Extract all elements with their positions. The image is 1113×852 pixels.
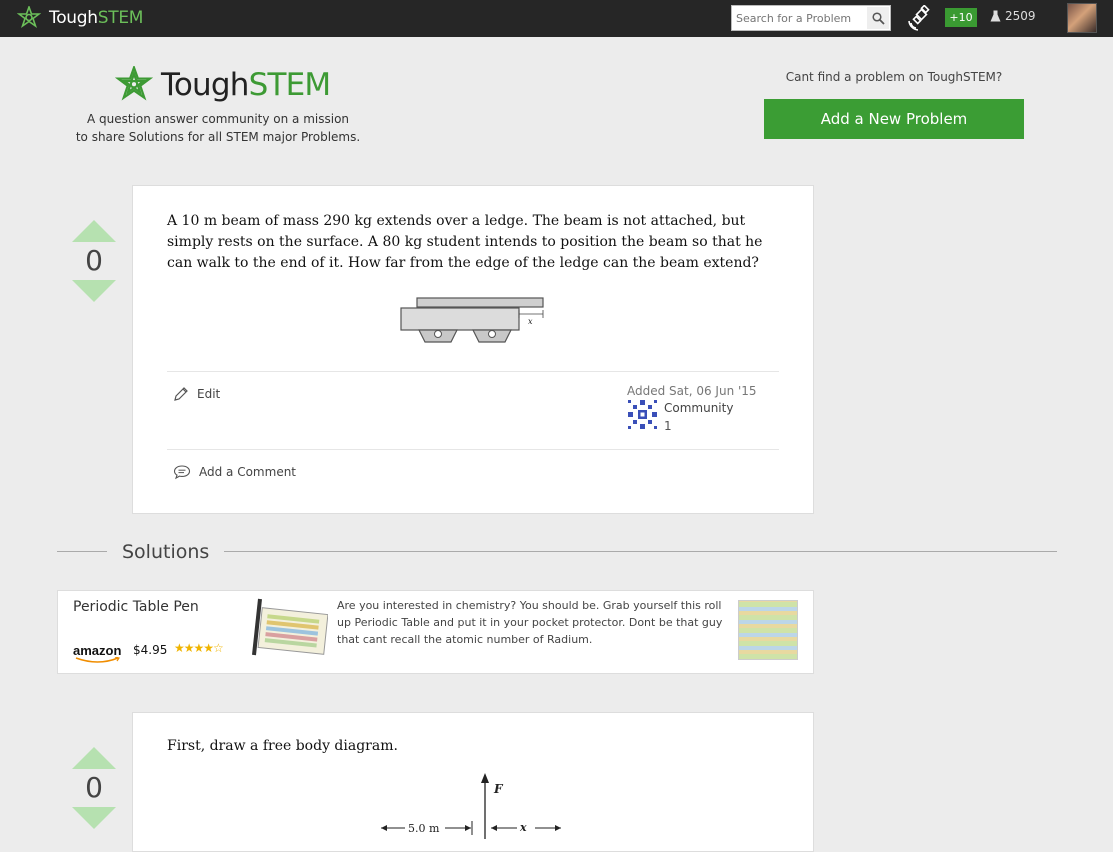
downvote-arrow-icon[interactable] xyxy=(72,807,116,829)
amazon-brand: amazon xyxy=(73,643,122,658)
brand-link[interactable]: ToughSTEM xyxy=(17,5,143,31)
amazon-smile-icon xyxy=(75,657,120,663)
question-vote: 0 xyxy=(72,220,116,302)
periodic-pen-image[interactable] xyxy=(248,597,328,657)
logo-stem: STEM xyxy=(248,67,332,103)
fbd-force-label: F xyxy=(493,782,504,796)
score-value: 2509 xyxy=(1005,9,1036,23)
brand-tough: Tough xyxy=(49,8,98,28)
author-avatar[interactable] xyxy=(627,399,658,430)
brand-name: ToughSTEM xyxy=(49,8,143,28)
edit-label: Edit xyxy=(197,387,221,401)
beam-figure: x xyxy=(400,297,544,343)
search-button[interactable] xyxy=(867,7,889,29)
divider xyxy=(167,371,779,372)
search-box xyxy=(731,5,891,31)
search-icon xyxy=(871,11,885,25)
solution-vote: 0 xyxy=(72,747,116,829)
divider xyxy=(224,551,1057,552)
product-ad[interactable]: Periodic Table Pen amazon $4.95 ★★★★☆ Ar… xyxy=(57,590,814,674)
upvote-arrow-icon[interactable] xyxy=(72,220,116,242)
edit-link[interactable]: Edit xyxy=(173,386,220,402)
product-price: $4.95 xyxy=(133,643,168,657)
divider xyxy=(167,449,779,450)
added-date: Added Sat, 06 Jun '15 xyxy=(627,384,757,398)
vote-count: 0 xyxy=(85,771,103,804)
top-navbar: ToughSTEM +10 2509 xyxy=(0,0,1113,37)
author-score: 1 xyxy=(664,419,672,433)
star-logo-icon xyxy=(17,6,41,29)
star-logo-icon xyxy=(115,66,153,101)
satellite-icon[interactable] xyxy=(907,5,933,31)
divider xyxy=(57,551,107,552)
solution-card: First, draw a free body diagram. F 5.0 m… xyxy=(132,712,814,852)
search-input[interactable] xyxy=(732,6,864,30)
tagline-line1: A question answer community on a mission xyxy=(86,112,350,126)
product-description: Are you interested in chemistry? You sho… xyxy=(337,599,723,646)
downvote-arrow-icon[interactable] xyxy=(72,280,116,302)
logo-text: ToughSTEM xyxy=(161,67,332,103)
fbd-distance-label: 5.0 m xyxy=(408,822,440,835)
solution-text: First, draw a free body diagram. xyxy=(167,738,398,754)
comment-icon xyxy=(173,465,191,480)
author-info: Community 1 xyxy=(664,399,733,435)
amazon-logo[interactable]: amazon xyxy=(73,643,122,663)
solutions-heading: Solutions xyxy=(122,541,210,563)
flask-icon xyxy=(990,10,1001,21)
figure-x-label: x xyxy=(528,317,533,326)
fbd-x-label: x xyxy=(519,821,527,834)
user-avatar[interactable] xyxy=(1067,3,1097,33)
periodic-table-image[interactable] xyxy=(738,600,798,660)
pencil-icon xyxy=(174,387,188,401)
points-badge[interactable]: +10 xyxy=(945,8,977,27)
question-meta: Added Sat, 06 Jun '15 Community 1 xyxy=(627,384,757,435)
product-name[interactable]: Periodic Table Pen xyxy=(73,599,199,615)
vote-count: 0 xyxy=(85,244,103,277)
rating-stars: ★★★★☆ xyxy=(174,641,224,655)
upvote-arrow-icon[interactable] xyxy=(72,747,116,769)
tagline-line2: to share Solutions for all STEM major Pr… xyxy=(75,130,361,144)
tagline: A question answer community on a mission… xyxy=(60,110,376,146)
logo-tough: Tough xyxy=(161,67,249,103)
add-comment-link[interactable]: Add a Comment xyxy=(173,464,296,480)
comment-label: Add a Comment xyxy=(199,465,297,479)
question-text: A 10 m beam of mass 290 kg extends over … xyxy=(167,213,763,271)
free-body-diagram: F 5.0 m x xyxy=(381,773,561,839)
author-block: Community 1 xyxy=(627,399,757,435)
add-new-problem-button[interactable]: Add a New Problem xyxy=(764,99,1024,139)
author-name[interactable]: Community xyxy=(664,399,733,417)
site-logo[interactable]: ToughSTEM xyxy=(115,66,332,104)
score-display[interactable]: 2509 xyxy=(990,9,1036,23)
cant-find-text: Cant find a problem on ToughSTEM? xyxy=(785,70,1003,84)
question-card: A 10 m beam of mass 290 kg extends over … xyxy=(132,185,814,514)
brand-stem: STEM xyxy=(97,8,144,28)
